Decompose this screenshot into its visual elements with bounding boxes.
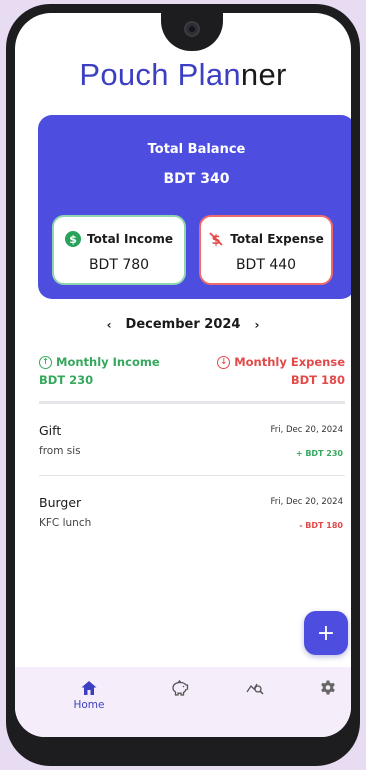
transaction-note: KFC lunch bbox=[39, 517, 92, 529]
total-balance-value: BDT 340 bbox=[163, 171, 230, 187]
monthly-expense-label: Monthly Expense bbox=[234, 355, 345, 369]
nav-settings[interactable] bbox=[313, 679, 343, 697]
analytics-icon bbox=[246, 683, 264, 695]
total-expense-card[interactable]: $ Total Expense BDT 440 bbox=[199, 215, 333, 285]
transaction-item[interactable]: Burger KFC lunch Fri, Dec 20, 2024 - BDT… bbox=[39, 493, 345, 553]
dollar-circle-icon: $ bbox=[65, 231, 82, 247]
total-balance-card: Total Balance BDT 340 $ Total Income BDT… bbox=[38, 115, 351, 299]
nav-analytics[interactable] bbox=[240, 679, 270, 697]
arrow-down-circle-icon: ↓ bbox=[217, 355, 231, 369]
total-expense-label: Total Expense bbox=[230, 232, 324, 246]
total-income-label: Total Income bbox=[87, 232, 173, 246]
transaction-date: Fri, Dec 20, 2024 bbox=[270, 497, 343, 507]
bottom-navigation-bar: Home bbox=[15, 667, 351, 737]
transaction-note: from sis bbox=[39, 445, 81, 457]
month-navigator: ‹ December 2024 › bbox=[15, 317, 351, 332]
nav-savings[interactable] bbox=[165, 679, 195, 697]
monthly-expense-value: BDT 180 bbox=[290, 373, 345, 387]
section-divider bbox=[39, 401, 345, 404]
previous-month-button[interactable]: ‹ bbox=[107, 318, 112, 332]
nav-home[interactable]: Home bbox=[69, 679, 109, 711]
transaction-item[interactable]: Gift from sis Fri, Dec 20, 2024 + BDT 23… bbox=[39, 421, 345, 481]
add-transaction-button[interactable]: + bbox=[304, 611, 348, 655]
home-icon bbox=[81, 681, 97, 695]
transaction-title: Gift bbox=[39, 423, 62, 438]
total-expense-header: $ Total Expense bbox=[201, 231, 331, 247]
monthly-expense-header: ↓ Monthly Expense bbox=[217, 355, 345, 369]
app-title-part1: Pouch Plan bbox=[79, 57, 241, 92]
total-income-value: BDT 780 bbox=[88, 257, 150, 273]
nav-home-label: Home bbox=[73, 699, 105, 711]
total-expense-value: BDT 440 bbox=[235, 257, 297, 273]
transaction-amount: + BDT 230 bbox=[295, 449, 343, 458]
current-month-label: December 2024 bbox=[125, 317, 241, 332]
app-title: Pouch Planner bbox=[15, 57, 351, 93]
transaction-divider bbox=[39, 475, 345, 476]
monthly-income-header: ↑ Monthly Income bbox=[39, 355, 160, 369]
camera-notch bbox=[161, 13, 223, 51]
monthly-income-value: BDT 230 bbox=[39, 373, 94, 387]
monthly-income-label: Monthly Income bbox=[56, 355, 160, 369]
total-balance-label: Total Balance bbox=[147, 142, 246, 157]
arrow-up-circle-icon: ↑ bbox=[39, 355, 52, 369]
total-income-card[interactable]: $ Total Income BDT 780 bbox=[52, 215, 186, 285]
total-income-header: $ Total Income bbox=[54, 231, 184, 247]
money-off-icon: $ bbox=[209, 232, 223, 247]
app-title-part2: ner bbox=[240, 57, 287, 92]
app-screen: Pouch Planner Total Balance BDT 340 $ To… bbox=[15, 13, 351, 737]
gear-icon bbox=[321, 680, 335, 695]
piggy-bank-icon bbox=[172, 679, 189, 696]
next-month-button[interactable]: › bbox=[254, 318, 259, 332]
transaction-date: Fri, Dec 20, 2024 bbox=[270, 425, 343, 435]
transaction-amount: - BDT 180 bbox=[299, 521, 343, 530]
front-camera-icon bbox=[184, 21, 200, 37]
transaction-title: Burger bbox=[39, 495, 82, 510]
phone-frame: Pouch Planner Total Balance BDT 340 $ To… bbox=[6, 4, 360, 766]
